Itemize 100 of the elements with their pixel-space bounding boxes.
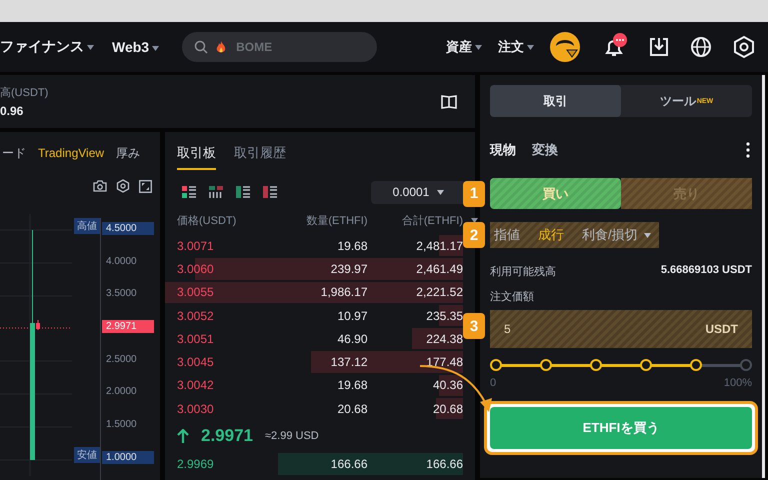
caret-icon [437,190,444,194]
table-cell-text: 19.68 [336,238,368,253]
axis-label: 2.9971 [102,320,154,334]
book-both-icon[interactable] [182,186,196,198]
chart-tab[interactable]: ード [2,144,26,162]
camera-icon[interactable] [93,180,107,192]
table-cell-text: 1,986.17 [320,285,368,300]
chart-tab[interactable]: TradingView [38,146,104,160]
table-cell-text: 224.38 [425,332,463,346]
avatar-icon[interactable] [550,32,580,62]
mode-tab[interactable]: 現物 [490,141,516,159]
callout-badge: 3 [463,313,485,339]
axis-label: 2.0000 [105,385,138,398]
caret-icon [152,46,160,51]
axis-tag: 高値 [74,218,100,234]
book-sell-icon[interactable] [263,186,277,198]
settings-icon[interactable] [732,35,756,59]
axis-label: 4.0000 [105,254,138,268]
table-cell-text: 3.0030 [177,402,215,416]
last-price: 2.9971 [201,426,253,446]
axis-label: 1.5000 [105,418,138,432]
fire-icon [216,40,226,54]
table-cell-text: 2,481.17 [415,238,463,253]
ask-row[interactable]: 3.0030 20.68 20.68 [165,397,463,420]
table-cell-text: 2.9969 [177,457,215,472]
axis-label: 2.5000 [105,352,138,366]
table-cell-text: 166.66 [330,457,368,472]
ask-row[interactable]: 3.0071 19.68 2,481.17 [165,234,463,258]
nav-menu[interactable]: 注文 [498,38,534,56]
axis-tag: 安値 [74,446,100,463]
table-cell-text: 2,461.49 [415,262,463,276]
nav-menu[interactable]: ファイナンス [0,38,94,56]
available-label: 利用可能残高 [490,264,556,279]
globe-icon[interactable] [690,36,712,58]
nav-menu[interactable]: 資産 [446,38,482,56]
table-cell-text: 40.36 [432,378,463,392]
amount-field[interactable]: 5 USDT [490,310,752,348]
amount-label: 注文価額 [490,290,535,304]
table-cell-text: 20.68 [336,402,368,416]
ask-row[interactable]: 3.0052 10.97 235.35 [165,304,463,328]
table-cell-text: 19.68 [336,378,368,392]
ask-row[interactable]: 3.0051 46.90 224.38 [165,327,463,350]
caret-icon [527,45,534,50]
callout-badge: 2 [463,222,485,248]
caret-icon [475,45,482,50]
ask-row[interactable]: 3.0042 19.68 40.36 [165,374,463,398]
table-cell-text: 3.0060 [177,262,215,276]
table-cell-text: 2,221.52 [415,285,463,300]
ask-row[interactable]: 3.0045 137.12 177.48 [165,350,463,374]
table-cell-text: 3.0042 [177,378,215,392]
trade-tab[interactable]: ツール$^{NEW}$ [621,85,752,117]
chart-tab[interactable]: 厚み [116,144,140,162]
column-header: 価格(USDT) [177,214,238,228]
axis-label: 1.0000 [102,450,154,464]
orderbook-tab[interactable]: 取引履歴 [234,144,286,170]
table-cell-text: 20.68 [432,402,463,416]
column-header: 合計(ETHFI) [400,214,463,228]
trade-tab[interactable]: 取引 [490,85,621,117]
caret-icon [87,44,94,50]
order-type-tab[interactable]: 成行 [538,226,564,244]
precision-dropdown[interactable]: 0.0001 [371,180,466,204]
column-header: 数量(ETHFI) [305,214,368,228]
mode-tab[interactable]: 変換 [532,141,558,159]
search-icon [194,40,208,54]
search-input[interactable]: BOME [234,39,358,55]
fullscreen-icon[interactable] [139,180,152,192]
nav-menu[interactable]: Web3 [112,39,160,55]
search-bar[interactable]: BOME [182,32,378,62]
slider-min-label: 0 [490,377,496,389]
table-cell-text: 3.0045 [177,355,215,370]
book-icon[interactable] [441,94,457,108]
table-cell-text: 3.0071 [177,238,215,253]
balance-value: 0.96 [0,104,24,118]
balance-label: 高(USDT) [0,86,48,100]
table-cell-text: 3.0051 [177,332,215,346]
book-columns-icon[interactable] [209,186,223,198]
table-cell-text: 137.12 [330,355,368,370]
more-icon[interactable] [746,142,750,158]
available-value: 5.66869103 USDT [660,264,752,278]
falling-candle [36,320,40,330]
slider-max-label: 100% [724,377,752,389]
download-icon[interactable] [648,36,670,58]
last-price-usd: ≈2.99 USD [265,430,319,442]
table-cell-text: 3.0052 [177,308,215,323]
settings-icon[interactable] [116,179,130,193]
caret-icon[interactable] [644,232,651,238]
book-buy-icon[interactable] [236,186,250,198]
table-cell-text: 46.90 [336,332,368,346]
table-cell-text: 166.66 [425,457,463,472]
callout-badge: 1 [463,180,485,206]
axis-label: 3.5000 [105,287,138,300]
table-cell-text: 3.0055 [177,285,215,300]
order-type-tab[interactable]: 利食/損切 [582,226,638,244]
orderbook-tab[interactable]: 取引板 [177,144,216,170]
ask-row[interactable]: 3.0055 1,986.17 2,221.52 [165,280,463,304]
axis-label: 4.5000 [102,222,154,235]
table-cell-text: 10.97 [336,308,368,323]
table-cell-text: 177.48 [425,355,463,370]
order-type-tab[interactable]: 指値 [494,226,520,244]
table-cell-text: 235.35 [425,308,463,323]
